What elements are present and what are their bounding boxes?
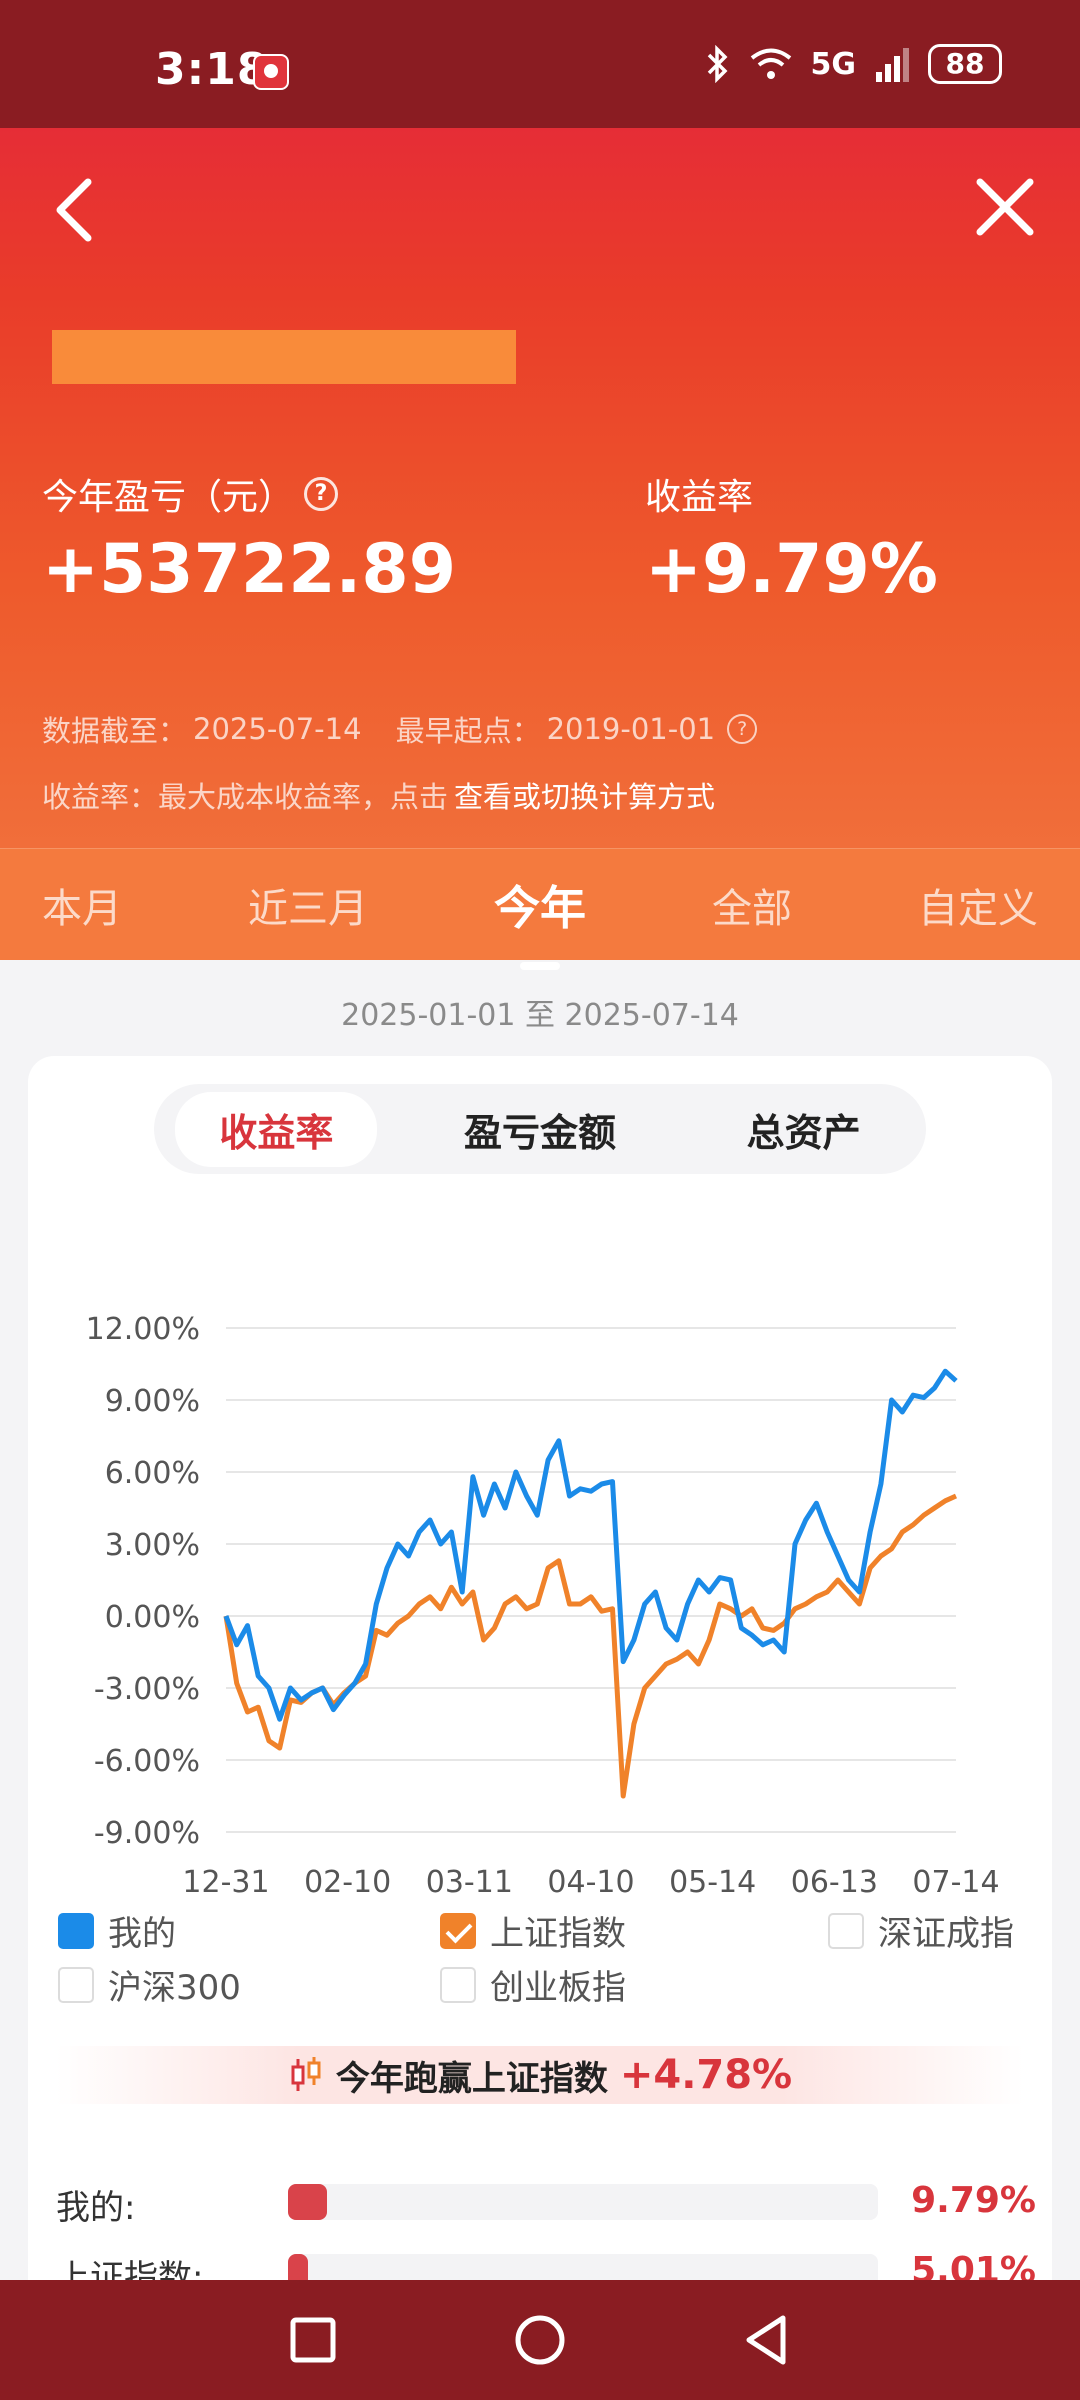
legend-item-chinext[interactable]: 创业板指	[440, 1960, 626, 2009]
banner-value: +4.78%	[619, 2052, 793, 2098]
recent-apps-button[interactable]	[283, 2310, 343, 2370]
compare-row-mine: 我的: 9.79%	[56, 2174, 1036, 2234]
segment-total-assets[interactable]: 总资产	[703, 1092, 905, 1167]
pnl-value: +53722.89	[42, 530, 457, 609]
app-notification-icon	[253, 54, 289, 90]
outperform-banner: 今年跑赢上证指数 +4.78%	[56, 2046, 1024, 2104]
compare-value: 9.79%	[911, 2180, 1036, 2221]
date-range: 2025-01-01 至 2025-07-14	[341, 998, 739, 1033]
wifi-icon	[750, 48, 791, 79]
segment-return-rate[interactable]: 收益率	[175, 1091, 378, 1167]
status-icons: 5G 88	[705, 44, 1002, 84]
metric-segment: 收益率 盈亏金额 总资产	[154, 1084, 926, 1174]
y-tick-label: 3.00%	[105, 1528, 200, 1563]
x-tick-label: 07-14	[912, 1865, 999, 1900]
pnl-label: 今年盈亏（元）	[42, 477, 295, 518]
y-tick-label: 9.00%	[105, 1384, 200, 1419]
home-button[interactable]	[510, 2310, 570, 2370]
x-tick-label: 02-10	[304, 1865, 391, 1900]
y-tick-label: 6.00%	[105, 1456, 200, 1491]
checkbox-icon	[58, 1912, 94, 1949]
status-bar: 3:18 5G 88	[0, 0, 1080, 128]
y-tick-label: 0.00%	[105, 1600, 200, 1635]
series-line-mine	[223, 1368, 958, 1722]
bluetooth-icon	[707, 45, 727, 83]
y-tick-label: -9.00%	[94, 1816, 200, 1851]
legend-item-shanghai[interactable]: 上证指数	[440, 1906, 626, 1955]
compare-label: 我的:	[56, 2188, 136, 2228]
tab-all[interactable]: 全部	[712, 876, 792, 934]
y-tick-label: -3.00%	[94, 1672, 200, 1707]
tab-this-year[interactable]: 今年	[494, 872, 586, 938]
compare-bar-track	[288, 2184, 878, 2220]
account-name-redacted	[52, 330, 516, 384]
rate-value: +9.79%	[645, 530, 938, 609]
banner-text: 今年跑赢上证指数	[335, 2058, 608, 2099]
earliest-date: 2019-01-01	[546, 712, 716, 746]
legend-label: 创业板指	[490, 1968, 626, 2008]
x-tick-label: 12-31	[182, 1865, 269, 1900]
checkbox-icon	[828, 1912, 864, 1949]
pnl-label-row: 今年盈亏（元） ?	[42, 468, 339, 520]
legend-label: 沪深300	[108, 1968, 241, 2008]
data-cutoff-date: 2025-07-14	[193, 712, 362, 746]
network-type: 5G	[810, 46, 857, 82]
legend-item-csi300[interactable]: 沪深300	[58, 1960, 241, 2009]
data-cutoff-label: 数据截至：	[42, 714, 188, 748]
close-button[interactable]	[970, 172, 1040, 242]
tab-three-months[interactable]: 近三月	[248, 876, 368, 934]
help-icon[interactable]: ?	[304, 477, 339, 511]
earliest-label: 最早起点：	[395, 714, 541, 748]
battery-icon: 88	[928, 44, 1002, 84]
data-date-line: 数据截至： 2025-07-14 最早起点： 2019-01-01 ?	[42, 708, 758, 750]
compare-bar-fill	[288, 2184, 327, 2220]
legend-label: 我的	[108, 1914, 176, 1954]
x-tick-label: 05-14	[669, 1865, 756, 1900]
segment-pnl-amount[interactable]: 盈亏金额	[420, 1092, 660, 1167]
legend-label: 上证指数	[490, 1914, 626, 1954]
x-tick-label: 06-13	[791, 1865, 878, 1900]
y-tick-label: 12.00%	[86, 1312, 200, 1347]
y-tick-label: -6.00%	[94, 1744, 200, 1779]
rate-label: 收益率	[645, 477, 754, 518]
checkbox-icon	[58, 1966, 94, 2003]
return-line-chart[interactable]: 12.00% 9.00% 6.00% 3.00% 0.00% -3.00% -6.00% -9…	[28, 1212, 1052, 1912]
header-panel: 今年盈亏（元） ? +53722.89 收益率 +9.79% 数据截至： 202…	[0, 128, 1080, 960]
signal-icon	[876, 48, 909, 82]
rate-method-line: 收益率：最大成本收益率，点击 查看或切换计算方式	[42, 774, 715, 816]
legend-item-mine[interactable]: 我的	[58, 1906, 176, 1955]
back-nav-button[interactable]	[737, 2310, 797, 2370]
rate-method-text: 收益率：最大成本收益率，点击	[42, 780, 449, 814]
checkbox-icon	[440, 1912, 476, 1949]
candlestick-icon	[291, 2057, 321, 2091]
x-tick-label: 03-11	[426, 1865, 513, 1900]
legend-item-shenzhen[interactable]: 深证成指	[828, 1906, 1014, 1955]
system-nav-bar	[0, 2280, 1080, 2400]
help-icon[interactable]: ?	[727, 714, 758, 744]
checkbox-icon	[440, 1966, 476, 2003]
rate-method-link[interactable]: 查看或切换计算方式	[454, 774, 715, 816]
series-line-shanghai	[223, 1493, 958, 1799]
legend-label: 深证成指	[878, 1914, 1014, 1954]
period-tabs: 本月 近三月 今年 全部 自定义	[0, 848, 1080, 960]
status-time: 3:18	[155, 44, 269, 95]
chart-card: 收益率 盈亏金额 总资产 12.00% 9.00% 6.00% 3.00% 0.00% -…	[28, 1056, 1052, 2400]
tab-this-month[interactable]: 本月	[42, 876, 122, 934]
tab-custom[interactable]: 自定义	[918, 876, 1038, 934]
x-tick-label: 04-10	[547, 1865, 634, 1900]
back-button[interactable]	[44, 170, 104, 250]
